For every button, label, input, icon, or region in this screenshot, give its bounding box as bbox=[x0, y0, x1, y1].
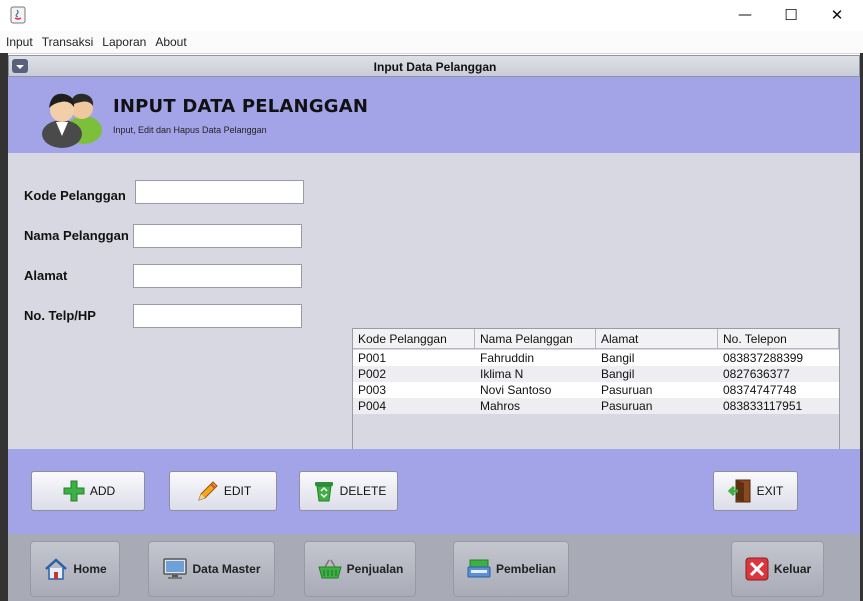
nav-data-master-label: Data Master bbox=[192, 562, 261, 576]
exit-door-icon bbox=[727, 478, 754, 504]
home-icon bbox=[43, 556, 69, 582]
cell-kode: P004 bbox=[358, 399, 387, 413]
nama-pelanggan-input[interactable] bbox=[133, 224, 302, 248]
cell-nama: Fahruddin bbox=[480, 351, 535, 365]
cell-telepon: 08374747748 bbox=[723, 383, 797, 397]
cell-alamat: Bangil bbox=[601, 367, 635, 381]
minimize-button[interactable]: — bbox=[722, 4, 768, 26]
column-header-nama[interactable]: Nama Pelanggan bbox=[475, 329, 596, 349]
action-button-panel: ADD EDIT DELETE EXIT bbox=[8, 449, 860, 534]
column-header-telepon[interactable]: No. Telepon bbox=[718, 329, 839, 349]
nav-pembelian-label: Pembelian bbox=[495, 562, 557, 576]
cell-alamat: Pasuruan bbox=[601, 399, 653, 413]
plus-icon bbox=[61, 478, 87, 504]
kode-pelanggan-input[interactable] bbox=[135, 180, 304, 204]
add-button[interactable]: ADD bbox=[31, 471, 145, 511]
cash-register-icon bbox=[466, 556, 492, 582]
nav-keluar-button[interactable]: Keluar bbox=[731, 541, 824, 597]
cell-alamat: Bangil bbox=[601, 351, 635, 365]
table-row[interactable]: P001 Fahruddin Bangil 083837288399 bbox=[353, 350, 839, 366]
add-button-label: ADD bbox=[89, 484, 116, 498]
nav-pembelian-button[interactable]: Pembelian bbox=[453, 541, 569, 597]
menu-input[interactable]: Input bbox=[3, 35, 36, 49]
cell-telepon: 0827636377 bbox=[723, 367, 790, 381]
content-panel: Kode Pelanggan Nama Pelanggan Alamat No.… bbox=[8, 153, 860, 546]
page-title: INPUT DATA PELANGGAN bbox=[113, 96, 369, 117]
nav-penjualan-button[interactable]: Penjualan bbox=[304, 541, 416, 597]
cell-nama: Novi Santoso bbox=[480, 383, 552, 397]
alamat-input[interactable] bbox=[133, 264, 302, 288]
java-app-icon bbox=[10, 6, 26, 24]
computer-monitor-icon bbox=[162, 556, 188, 582]
column-header-alamat[interactable]: Alamat bbox=[596, 329, 718, 349]
delete-button-label: DELETE bbox=[339, 484, 387, 498]
close-red-icon bbox=[744, 556, 770, 582]
cell-kode: P001 bbox=[358, 351, 387, 365]
cell-nama: Mahros bbox=[480, 399, 521, 413]
table-row[interactable]: P003 Novi Santoso Pasuruan 08374747748 bbox=[353, 382, 839, 398]
edit-button-label: EDIT bbox=[223, 484, 252, 498]
menu-about[interactable]: About bbox=[152, 35, 189, 49]
customers-icon bbox=[42, 93, 102, 148]
cell-nama: Iklima N bbox=[480, 367, 524, 381]
table-row[interactable]: P002 Iklima N Bangil 0827636377 bbox=[353, 366, 839, 382]
column-header-kode[interactable]: Kode Pelanggan bbox=[353, 329, 475, 349]
cell-telepon: 083837288399 bbox=[723, 351, 804, 365]
exit-button-label: EXIT bbox=[756, 484, 784, 498]
internal-frame-title: Input Data Pelanggan bbox=[373, 60, 497, 74]
menu-bar: Input Transaksi Laporan About bbox=[0, 31, 863, 54]
menu-laporan[interactable]: Laporan bbox=[99, 35, 149, 49]
internal-frame-titlebar[interactable]: Input Data Pelanggan bbox=[8, 55, 860, 77]
close-button[interactable]: ✕ bbox=[814, 4, 860, 26]
label-telp: No. Telp/HP bbox=[24, 308, 96, 323]
maximize-button[interactable]: ☐ bbox=[768, 4, 814, 26]
recycle-bin-icon bbox=[311, 478, 337, 504]
shopping-basket-icon bbox=[317, 556, 343, 582]
label-alamat: Alamat bbox=[24, 268, 68, 283]
menu-transaksi[interactable]: Transaksi bbox=[39, 35, 97, 49]
nav-keluar-label: Keluar bbox=[773, 562, 812, 576]
telp-input[interactable] bbox=[133, 304, 302, 328]
cell-telepon: 083833117951 bbox=[723, 399, 803, 413]
nav-home-label: Home bbox=[73, 562, 107, 576]
exit-button[interactable]: EXIT bbox=[713, 471, 798, 511]
cell-kode: P002 bbox=[358, 367, 387, 381]
desktop-pane-edge-left bbox=[0, 53, 8, 601]
pencil-icon bbox=[195, 478, 221, 504]
edit-button[interactable]: EDIT bbox=[169, 471, 277, 511]
page-subtitle: Input, Edit dan Hapus Data Pelanggan bbox=[113, 125, 267, 135]
nav-penjualan-label: Penjualan bbox=[346, 562, 404, 576]
delete-button[interactable]: DELETE bbox=[299, 471, 398, 511]
nav-home-button[interactable]: Home bbox=[30, 541, 120, 597]
table-row[interactable]: P004 Mahros Pasuruan 083833117951 bbox=[353, 398, 839, 414]
cell-kode: P003 bbox=[358, 383, 387, 397]
label-nama-pelanggan: Nama Pelanggan bbox=[24, 228, 129, 243]
label-kode-pelanggan: Kode Pelanggan bbox=[24, 188, 126, 203]
nav-data-master-button[interactable]: Data Master bbox=[148, 541, 275, 597]
cell-alamat: Pasuruan bbox=[601, 383, 653, 397]
